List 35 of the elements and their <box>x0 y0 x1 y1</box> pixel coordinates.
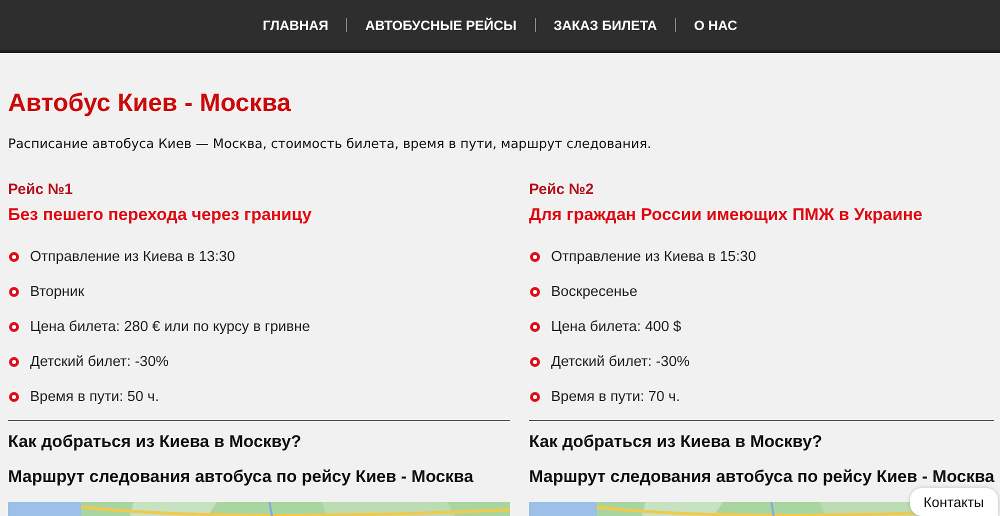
route-number: Рейс №2 <box>529 180 595 200</box>
bullet-icon <box>529 250 541 262</box>
route-fact: Детский билет: -30% <box>30 354 169 370</box>
nav-link[interactable]: ГЛАВНАЯ <box>262 18 328 32</box>
nav-link[interactable]: АВТОБУСНЫЕ РЕЙСЫ <box>365 18 517 32</box>
route-fact: Время в пути: 70 ч. <box>551 388 680 404</box>
route-fact: Вторник <box>30 284 84 300</box>
bullet-icon <box>8 390 20 402</box>
bullet-icon <box>8 320 20 332</box>
route-fact: Детский билет: -30% <box>551 354 690 370</box>
route-fact: Время в пути: 50 ч. <box>30 388 160 404</box>
question-heading: Как добраться из Киева в Москву? <box>529 431 824 453</box>
route-number: Рейс №1 <box>8 180 74 200</box>
nav-link[interactable]: О НАС <box>694 18 738 32</box>
route-fact: Цена билета: 280 € или по курсу в гривне <box>30 318 310 334</box>
map-heading: Маршрут следования автобуса по рейсу Киев - Москва <box>529 466 994 488</box>
bullet-icon <box>529 390 541 402</box>
route-fact: Отправление из Киева в 13:30 <box>30 248 236 264</box>
route-subtitle: Для граждан России имеющих ПМЖ в Украине <box>529 204 924 226</box>
bullet-icon <box>529 286 541 298</box>
map-heading: Маршрут следования автобуса по рейсу Киев - Москва <box>8 466 474 488</box>
route-fact: Отправление из Киева в 15:30 <box>551 248 756 264</box>
route-fact: Цена билета: 400 $ <box>551 318 682 334</box>
bullet-icon <box>529 320 541 332</box>
route-fact: Воскресенье <box>551 284 638 300</box>
page-title: Автобус Киев - Москва <box>8 88 292 119</box>
bullet-icon <box>529 356 541 368</box>
nav-link[interactable]: ЗАКАЗ БИЛЕТА <box>554 18 658 32</box>
description: Расписание автобуса Киев — Москва, стоимость билета, время в пути, маршрут следования. <box>8 136 652 154</box>
bullet-icon <box>8 286 20 298</box>
question-heading: Как добраться из Киева в Москву? <box>8 431 302 453</box>
bullet-icon <box>8 250 20 262</box>
route-subtitle: Без пешего перехода через границу <box>8 204 313 226</box>
contacts-button[interactable]: Контакты <box>910 488 998 516</box>
bullet-icon <box>8 356 20 368</box>
